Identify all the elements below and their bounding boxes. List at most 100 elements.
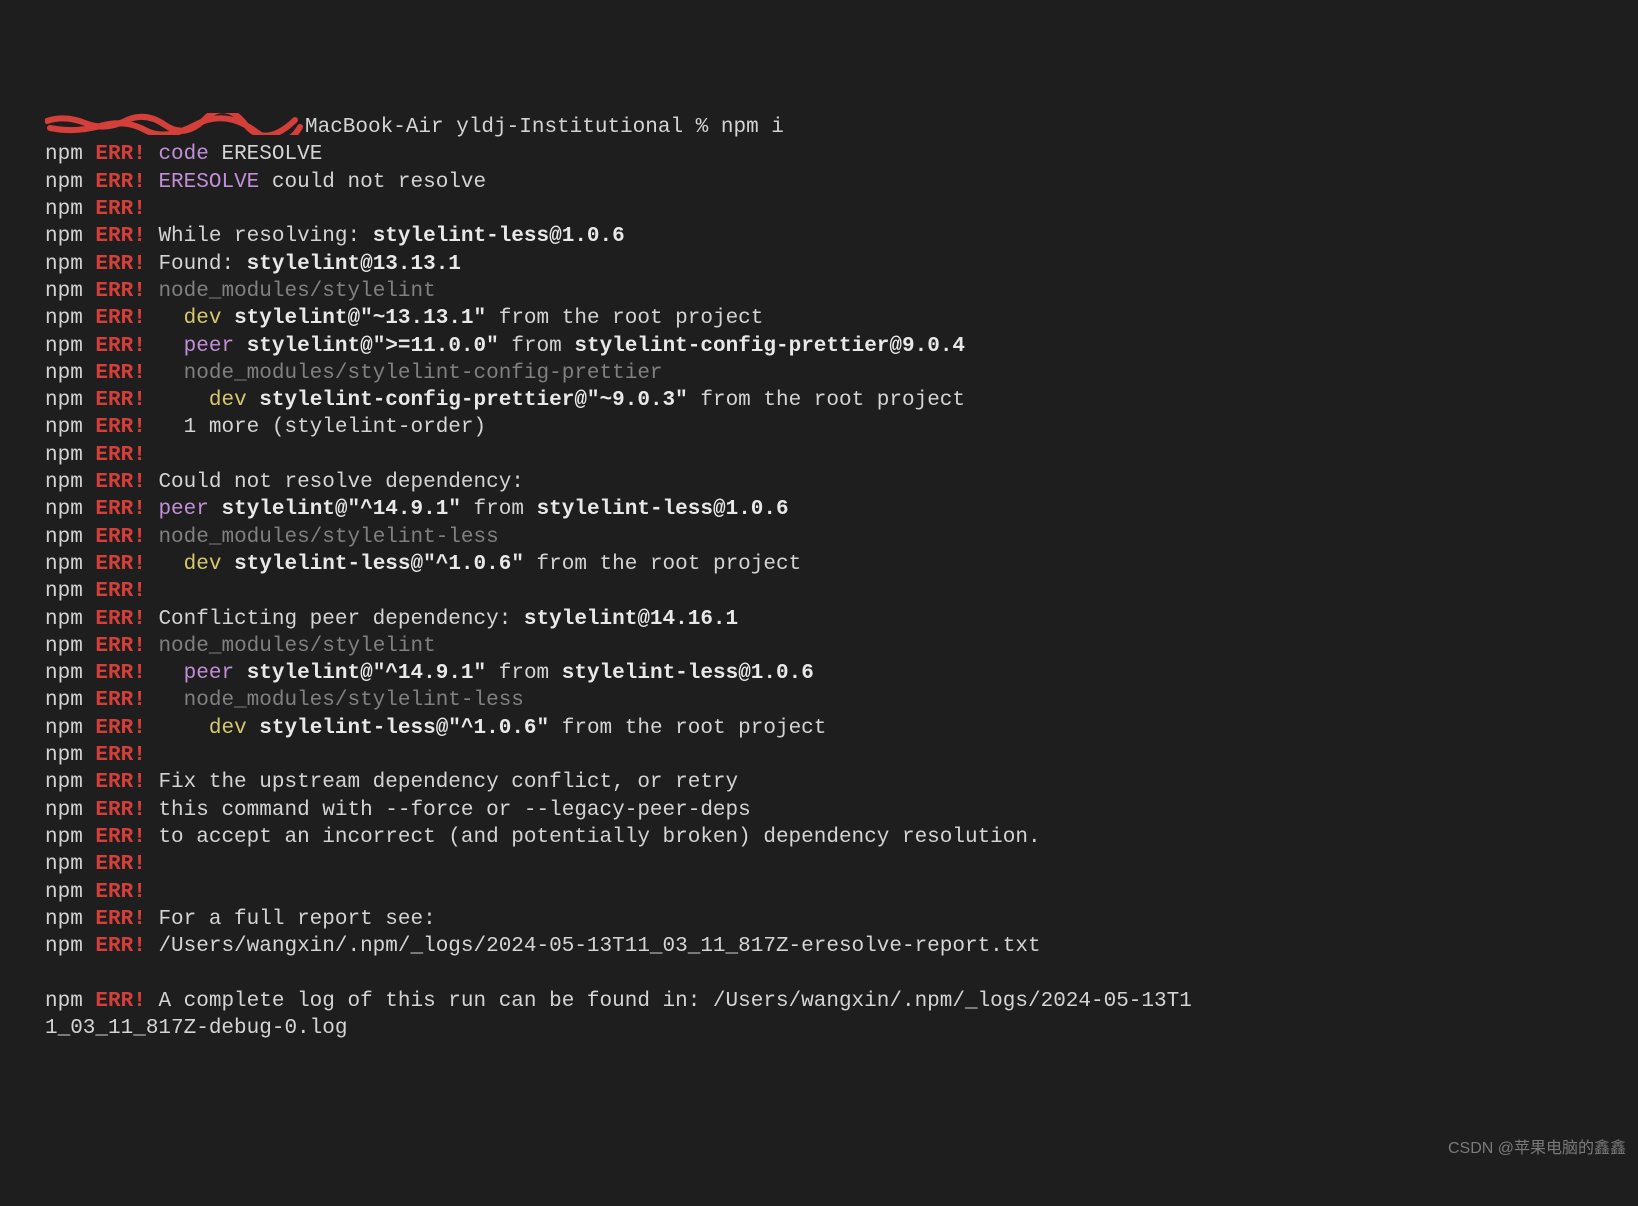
log-text [83, 689, 96, 712]
log-text [83, 498, 96, 521]
err-tag: ERR! [95, 198, 145, 221]
log-text [83, 253, 96, 276]
log-text: ERESOLVE [209, 143, 322, 166]
log-text: 1 more (stylelint-order) [146, 416, 486, 439]
terminal-line: npm ERR! [45, 879, 1638, 906]
log-text [146, 280, 159, 303]
log-text: from the root project [524, 553, 801, 576]
terminal-line: npm ERR! node_modules/stylelint-less [45, 687, 1638, 714]
log-text [146, 553, 184, 576]
terminal-line: npm ERR! [45, 578, 1638, 605]
package-spec: stylelint-config-prettier@9.0.4 [574, 335, 965, 358]
npm-prefix: npm [45, 826, 83, 849]
log-text [146, 143, 159, 166]
code-keyword: code [158, 143, 208, 166]
err-tag: ERR! [95, 253, 145, 276]
npm-prefix: npm [45, 389, 83, 412]
err-tag: ERR! [95, 553, 145, 576]
terminal-line: npm ERR! /Users/wangxin/.npm/_logs/2024-… [45, 933, 1638, 960]
npm-prefix: npm [45, 881, 83, 904]
log-text [83, 198, 96, 221]
log-text: from the root project [688, 389, 965, 412]
log-text [83, 853, 96, 876]
log-text: For a full report see: [146, 908, 436, 931]
log-text [146, 526, 159, 549]
peer-keyword: peer [184, 335, 234, 358]
terminal-line: 1_03_11_817Z-debug-0.log [45, 1015, 1638, 1042]
log-text [45, 962, 58, 985]
package-spec: stylelint-config-prettier@"~9.0.3" [259, 389, 687, 412]
module-path: node_modules/stylelint-less [184, 689, 524, 712]
log-text [234, 662, 247, 685]
terminal-output[interactable]: MacBook-Air yldj-Institutional % npm inp… [45, 114, 1638, 1042]
log-text [146, 689, 184, 712]
err-tag: ERR! [95, 171, 145, 194]
err-tag: ERR! [95, 935, 145, 958]
terminal-line: npm ERR! dev stylelint-config-prettier@"… [45, 387, 1638, 414]
log-text: Fix the upstream dependency conflict, or… [146, 771, 738, 794]
npm-prefix: npm [45, 799, 83, 822]
log-text [83, 389, 96, 412]
err-tag: ERR! [95, 444, 145, 467]
log-text [146, 498, 159, 521]
log-text: from the root project [549, 717, 826, 740]
terminal-line: npm ERR! While resolving: stylelint-less… [45, 223, 1638, 250]
terminal-line: npm ERR! peer stylelint@"^14.9.1" from s… [45, 496, 1638, 523]
log-text: this command with --force or --legacy-pe… [146, 799, 751, 822]
log-text [146, 662, 184, 685]
terminal-line: npm ERR! this command with --force or --… [45, 797, 1638, 824]
log-text [83, 580, 96, 603]
log-text: to accept an incorrect (and potentially … [146, 826, 1041, 849]
npm-prefix: npm [45, 171, 83, 194]
log-text: Found: [146, 253, 247, 276]
log-text: from [499, 335, 575, 358]
package-spec: stylelint@13.13.1 [247, 253, 461, 276]
log-text [83, 362, 96, 385]
log-text [146, 635, 159, 658]
log-text [247, 389, 260, 412]
npm-prefix: npm [45, 935, 83, 958]
err-tag: ERR! [95, 608, 145, 631]
terminal-line: npm ERR! code ERESOLVE [45, 141, 1638, 168]
log-text [83, 225, 96, 248]
npm-prefix: npm [45, 498, 83, 521]
terminal-line: npm ERR! Fix the upstream dependency con… [45, 769, 1638, 796]
log-text [247, 717, 260, 740]
err-tag: ERR! [95, 744, 145, 767]
terminal-line: npm ERR! [45, 442, 1638, 469]
err-tag: ERR! [95, 471, 145, 494]
err-tag: ERR! [95, 853, 145, 876]
package-spec: stylelint@14.16.1 [524, 608, 738, 631]
terminal-line: npm ERR! node_modules/stylelint-config-p… [45, 360, 1638, 387]
npm-prefix: npm [45, 580, 83, 603]
log-text [234, 335, 247, 358]
log-text [146, 307, 184, 330]
watermark-text: CSDN @苹果电脑的鑫鑫 [1448, 1139, 1626, 1160]
log-text: Conflicting peer dependency: [146, 608, 524, 631]
npm-prefix: npm [45, 662, 83, 685]
terminal-line: npm ERR! dev stylelint@"~13.13.1" from t… [45, 305, 1638, 332]
npm-prefix: npm [45, 362, 83, 385]
package-spec: stylelint-less@"^1.0.6" [234, 553, 524, 576]
err-tag: ERR! [95, 717, 145, 740]
log-text [83, 143, 96, 166]
err-tag: ERR! [95, 635, 145, 658]
log-text [83, 990, 96, 1013]
err-tag: ERR! [95, 416, 145, 439]
err-tag: ERR! [95, 881, 145, 904]
terminal-line: npm ERR! node_modules/stylelint [45, 633, 1638, 660]
log-text [83, 307, 96, 330]
dev-keyword: dev [184, 553, 222, 576]
npm-prefix: npm [45, 198, 83, 221]
err-tag: ERR! [95, 662, 145, 685]
npm-prefix: npm [45, 608, 83, 631]
module-path: node_modules/stylelint-less [158, 526, 498, 549]
npm-prefix: npm [45, 635, 83, 658]
log-text: While resolving: [146, 225, 373, 248]
terminal-line: npm ERR! ERESOLVE could not resolve [45, 169, 1638, 196]
module-path: node_modules/stylelint [158, 280, 435, 303]
log-text [83, 744, 96, 767]
log-text [221, 307, 234, 330]
terminal-line: npm ERR! peer stylelint@">=11.0.0" from … [45, 333, 1638, 360]
terminal-line: npm ERR! 1 more (stylelint-order) [45, 414, 1638, 441]
